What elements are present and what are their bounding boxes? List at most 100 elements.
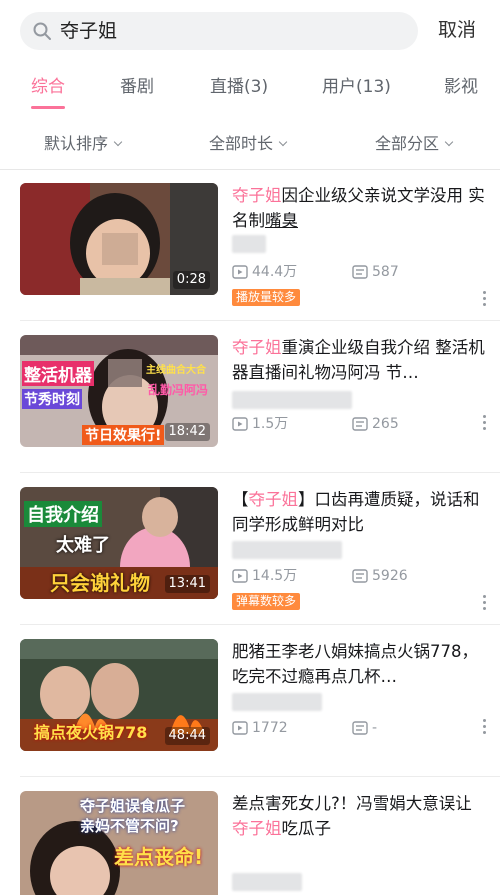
danmaku-count-value: 265 — [372, 416, 399, 432]
thumbnail-caption: 主线曲合大合 — [146, 365, 206, 376]
play-count-value: 1772 — [252, 720, 288, 736]
active-tab-indicator — [31, 106, 65, 109]
video-title[interactable]: 夺子姐重演企业级自我介绍 整活机器直播间礼物冯阿冯 节… — [232, 335, 488, 385]
more-vertical-icon[interactable] — [481, 291, 487, 309]
video-card[interactable]: 整活机器 节秀时刻 主线曲合大合 乱勤冯阿冯 节日效果行! 18:42 夺子姐重… — [0, 323, 500, 473]
more-vertical-icon[interactable] — [481, 415, 487, 433]
sort-filter[interactable]: 默认排序 — [44, 134, 123, 154]
thumbnail-caption: 夺子姐误食瓜子 — [80, 797, 186, 815]
play-count: 44.4万 — [232, 263, 297, 281]
divider — [20, 320, 500, 321]
chevron-down-icon — [278, 137, 288, 147]
more-vertical-icon[interactable] — [481, 719, 487, 737]
tab-movies[interactable]: 影视 — [444, 76, 478, 98]
uploader-name-redacted — [232, 873, 302, 891]
tab-users[interactable]: 用户(13) — [322, 76, 391, 98]
thumbnail-caption: 乱勤冯阿冯 — [148, 383, 209, 397]
tab-anime[interactable]: 番剧 — [120, 76, 154, 98]
uploader-name-redacted — [232, 235, 266, 253]
play-count-value: 44.4万 — [252, 264, 298, 280]
thumbnail-caption: 整活机器 — [22, 361, 94, 386]
video-duration: 13:41 — [164, 575, 210, 593]
danmaku-count-value: 5926 — [372, 568, 408, 584]
video-card[interactable]: 夺子姐误食瓜子 亲妈不管不问? 差点丧命! 差点害死女儿?！冯雪娟大意误让夺子姐… — [0, 779, 500, 895]
play-count-value: 14.5万 — [252, 568, 298, 584]
danmaku-badge: 弹幕数较多 — [232, 593, 301, 610]
video-thumbnail[interactable]: 0:28 — [20, 183, 218, 295]
cancel-button[interactable]: 取消 — [438, 18, 476, 42]
search-bar: 夺子姐 取消 — [0, 0, 500, 62]
video-title[interactable]: 【夺子姐】口齿再遭质疑，说话和同学形成鲜明对比 — [232, 487, 488, 537]
chevron-down-icon — [113, 137, 123, 147]
video-title[interactable]: 差点害死女儿?！冯雪娟大意误让夺子姐吃瓜子 — [232, 791, 488, 841]
title-text: 吃瓜子 — [281, 819, 332, 838]
divider — [20, 624, 500, 625]
video-thumbnail[interactable]: 整活机器 节秀时刻 主线曲合大合 乱勤冯阿冯 节日效果行! 18:42 — [20, 335, 218, 447]
keyword-highlight: 夺子姐 — [232, 819, 282, 838]
uploader-name-redacted — [232, 693, 322, 711]
danmaku-count: 265 — [352, 415, 399, 433]
keyword-highlight: 夺子姐 — [248, 490, 299, 509]
danmaku-count-icon — [352, 569, 368, 583]
danmaku-count-icon — [352, 265, 368, 279]
keyword-highlight: 夺子姐 — [232, 338, 282, 357]
result-tabs: 综合 番剧 直播(3) 用户(13) 影视 — [0, 66, 500, 110]
danmaku-count-value: - — [372, 720, 378, 736]
thumbnail-caption: 节日效果行! — [82, 425, 165, 445]
sort-filter-label: 默认排序 — [44, 134, 109, 153]
duration-filter-label: 全部时长 — [209, 134, 274, 153]
video-thumbnail[interactable]: 夺子姐误食瓜子 亲妈不管不问? 差点丧命! — [20, 791, 218, 895]
play-count: 1772 — [232, 719, 288, 737]
search-input[interactable]: 夺子姐 — [20, 12, 418, 50]
search-icon — [33, 22, 51, 40]
popular-badge: 播放量较多 — [232, 289, 301, 306]
thumbnail-caption: 差点丧命! — [114, 845, 204, 869]
category-filter-label: 全部分区 — [375, 134, 440, 153]
uploader-name-redacted — [232, 541, 342, 559]
play-count: 1.5万 — [232, 415, 288, 433]
duration-filter[interactable]: 全部时长 — [209, 134, 288, 154]
video-thumbnail[interactable]: 自我介绍 太难了 只会谢礼物 13:41 — [20, 487, 218, 599]
thumbnail-caption: 节秀时刻 — [22, 389, 82, 409]
title-text-underlined: 嘴臭 — [265, 211, 298, 230]
uploader-name-redacted — [232, 391, 352, 409]
danmaku-count-value: 587 — [372, 264, 399, 280]
video-duration: 0:28 — [172, 271, 210, 289]
divider — [20, 472, 500, 473]
chevron-down-icon — [444, 137, 454, 147]
danmaku-count-icon — [352, 721, 368, 735]
thumbnail-caption: 自我介绍 — [24, 501, 102, 527]
thumbnail-caption: 亲妈不管不问? — [80, 817, 179, 835]
video-thumbnail[interactable]: 搞点夜火锅778 48:44 — [20, 639, 218, 751]
danmaku-count: - — [352, 719, 377, 737]
video-card[interactable]: 0:28 夺子姐因企业级父亲说文学没用 实名制嘴臭 44.4万 587 播放量较… — [0, 171, 500, 321]
title-text: 差点害死女儿?！冯雪娟大意误让 — [232, 794, 472, 813]
video-title[interactable]: 夺子姐因企业级父亲说文学没用 实名制嘴臭 — [232, 183, 488, 233]
thumbnail-caption: 太难了 — [56, 535, 110, 556]
play-count-icon — [232, 265, 248, 279]
danmaku-count: 5926 — [352, 567, 408, 585]
play-count-value: 1.5万 — [252, 416, 289, 432]
tab-all[interactable]: 综合 — [31, 76, 65, 98]
divider — [20, 776, 500, 777]
keyword-highlight: 夺子姐 — [232, 186, 282, 205]
thumbnail-caption: 只会谢礼物 — [50, 571, 150, 595]
play-count-icon — [232, 417, 248, 431]
search-query: 夺子姐 — [60, 20, 118, 42]
title-text: 【 — [232, 490, 249, 509]
video-duration: 48:44 — [164, 727, 210, 745]
category-filter[interactable]: 全部分区 — [375, 134, 454, 154]
danmaku-count-icon — [352, 417, 368, 431]
danmaku-count: 587 — [352, 263, 399, 281]
more-vertical-icon[interactable] — [481, 595, 487, 613]
play-count-icon — [232, 721, 248, 735]
filter-bar: 默认排序 全部时长 全部分区 — [0, 120, 500, 170]
video-title[interactable]: 肥猪王李老八娟妹搞点火锅778，吃完不过瘾再点几杯… — [232, 639, 488, 689]
video-card[interactable]: 搞点夜火锅778 48:44 肥猪王李老八娟妹搞点火锅778，吃完不过瘾再点几杯… — [0, 627, 500, 777]
video-duration: 18:42 — [164, 423, 210, 441]
play-count-icon — [232, 569, 248, 583]
thumbnail-caption: 搞点夜火锅778 — [34, 723, 148, 742]
play-count: 14.5万 — [232, 567, 297, 585]
video-card[interactable]: 自我介绍 太难了 只会谢礼物 13:41 【夺子姐】口齿再遭质疑，说话和同学形成… — [0, 475, 500, 625]
tab-live[interactable]: 直播(3) — [210, 76, 268, 98]
